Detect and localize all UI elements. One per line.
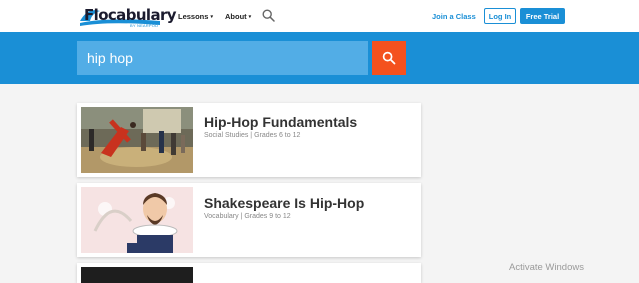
search-icon bbox=[382, 51, 396, 65]
result-thumbnail bbox=[81, 267, 193, 283]
search-input[interactable] bbox=[77, 41, 368, 75]
result-card[interactable]: Hip-Hop Fundamentals Social Studies | Gr… bbox=[77, 103, 421, 177]
nav-lessons-label: Lessons bbox=[178, 12, 209, 21]
result-card[interactable]: Shakespeare Is Hip-Hop Vocabulary | Grad… bbox=[77, 183, 421, 257]
shakespeare-illustration bbox=[81, 187, 193, 253]
result-card[interactable] bbox=[77, 263, 421, 283]
nav-about[interactable]: About ▾ bbox=[225, 12, 251, 21]
result-thumbnail bbox=[81, 187, 193, 253]
login-button[interactable]: Log In bbox=[484, 8, 516, 24]
result-meta: Social Studies | Grades 6 to 12 bbox=[204, 132, 301, 139]
dance-photo bbox=[81, 107, 193, 173]
nav-lessons[interactable]: Lessons ▾ bbox=[178, 12, 213, 21]
chevron-down-icon: ▾ bbox=[210, 13, 213, 20]
nav-about-label: About bbox=[225, 12, 247, 21]
logo-word: Flocabulary bbox=[84, 6, 177, 24]
join-class-link[interactable]: Join a Class bbox=[432, 12, 476, 21]
flocabulary-logo[interactable]: Flocabulary BY NEARPOD bbox=[78, 3, 177, 29]
top-header: Flocabulary BY NEARPOD Lessons ▾ About ▾… bbox=[0, 0, 639, 32]
free-trial-button[interactable]: Free Trial bbox=[520, 8, 565, 24]
result-title[interactable]: Shakespeare Is Hip-Hop bbox=[204, 195, 364, 211]
result-meta: Vocabulary | Grades 9 to 12 bbox=[204, 213, 291, 220]
chevron-down-icon: ▾ bbox=[248, 13, 252, 20]
result-thumbnail bbox=[81, 107, 193, 173]
windows-activation-watermark: Activate Windows bbox=[509, 262, 584, 273]
logo-subtitle: BY NEARPOD bbox=[130, 23, 159, 28]
result-title[interactable]: Hip-Hop Fundamentals bbox=[204, 114, 357, 130]
search-button[interactable] bbox=[372, 41, 406, 75]
search-icon[interactable] bbox=[262, 9, 275, 22]
